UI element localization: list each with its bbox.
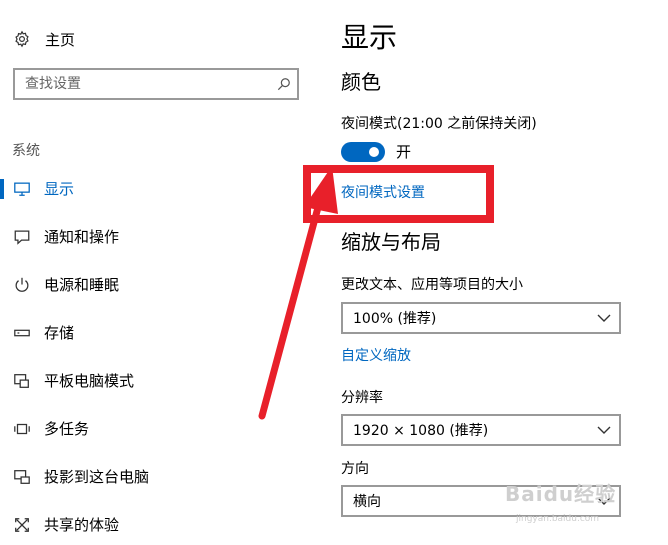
sidebar-item-label: 多任务 <box>44 420 90 438</box>
sidebar-item-notifications[interactable]: 通知和操作 <box>0 217 318 257</box>
drive-icon <box>12 323 32 343</box>
page-title: 显示 <box>341 21 398 54</box>
sidebar-item-label: 电源和睡眠 <box>44 276 120 294</box>
sidebar-item-label: 通知和操作 <box>44 228 120 246</box>
sidebar-item-tablet-mode[interactable]: 平板电脑模式 <box>0 361 318 401</box>
sidebar-item-shared-experiences[interactable]: 共享的体验 <box>0 505 318 545</box>
watermark-logo: Baidu经验 <box>505 482 617 506</box>
night-light-label: 夜间模式(21:00 之前保持关闭) <box>341 116 537 132</box>
scale-layout-heading: 缩放与布局 <box>341 230 441 254</box>
scale-dropdown[interactable]: 100% (推荐) <box>341 302 621 334</box>
night-light-settings-link[interactable]: 夜间模式设置 <box>341 183 425 203</box>
color-heading: 颜色 <box>341 70 381 94</box>
chevron-down-icon <box>589 304 619 332</box>
main-content: 显示 颜色 夜间模式(21:00 之前保持关闭) 开 夜间模式设置 缩放与布局 … <box>341 0 668 543</box>
shared-experiences-icon <box>12 515 32 535</box>
custom-scaling-link[interactable]: 自定义缩放 <box>341 346 411 366</box>
multitask-icon <box>12 419 32 439</box>
sidebar-item-storage[interactable]: 存储 <box>0 313 318 353</box>
night-light-toggle[interactable] <box>341 142 385 162</box>
sidebar-item-label: 投影到这台电脑 <box>44 468 150 486</box>
sidebar-item-project-to-pc[interactable]: 投影到这台电脑 <box>0 457 318 497</box>
sidebar-item-multitasking[interactable]: 多任务 <box>0 409 318 449</box>
search-box <box>13 68 299 100</box>
section-label-system: 系统 <box>12 143 40 159</box>
night-light-toggle-state: 开 <box>396 143 412 161</box>
sidebar-item-label: 存储 <box>44 324 75 342</box>
tablet-mode-icon <box>12 371 32 391</box>
sidebar: 主页 系统 显示 通知和操作 <box>0 0 318 543</box>
watermark-url: jingyan.baidu.com <box>516 514 600 524</box>
resolution-label: 分辨率 <box>341 390 383 406</box>
resolution-dropdown[interactable]: 1920 × 1080 (推荐) <box>341 414 621 446</box>
message-icon <box>12 227 32 247</box>
power-icon <box>12 275 32 295</box>
sidebar-item-display[interactable]: 显示 <box>0 169 318 209</box>
toggle-knob <box>369 147 379 157</box>
home-nav-item[interactable]: 主页 <box>12 28 75 50</box>
scale-value: 100% (推荐) <box>353 311 437 327</box>
sidebar-item-label: 平板电脑模式 <box>44 372 135 390</box>
home-label: 主页 <box>45 30 76 49</box>
orientation-label: 方向 <box>341 461 369 477</box>
sidebar-item-label: 显示 <box>44 180 75 198</box>
gear-icon <box>12 29 32 49</box>
search-icon[interactable] <box>271 71 297 97</box>
monitor-icon <box>12 179 32 199</box>
sidebar-item-power[interactable]: 电源和睡眠 <box>0 265 318 305</box>
sidebar-item-label: 共享的体验 <box>44 516 120 534</box>
chevron-down-icon <box>589 416 619 444</box>
project-icon <box>12 467 32 487</box>
resolution-value: 1920 × 1080 (推荐) <box>353 423 489 439</box>
scale-label: 更改文本、应用等项目的大小 <box>341 277 523 293</box>
active-indicator <box>0 179 4 199</box>
search-input[interactable] <box>15 71 271 97</box>
